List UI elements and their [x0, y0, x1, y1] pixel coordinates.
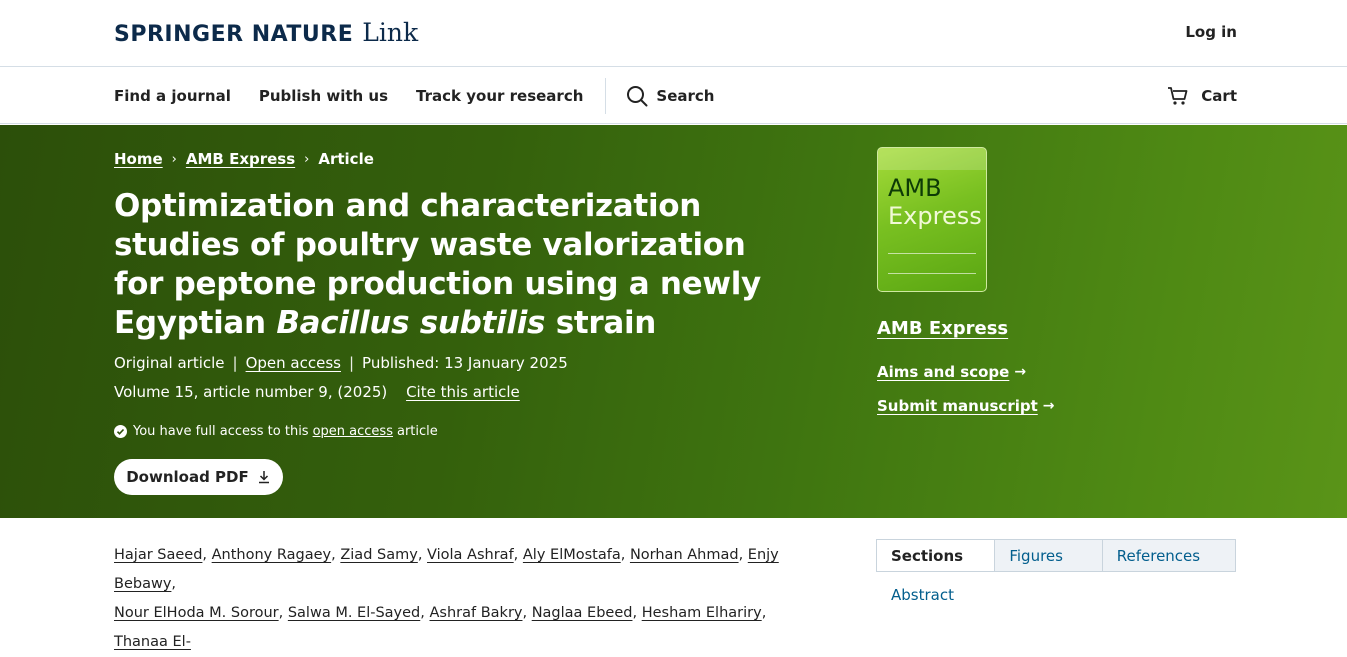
article-hero: Home › AMB Express › Article Optimizatio…: [0, 125, 1347, 518]
author-link[interactable]: Nour ElHoda M. Sorour: [114, 605, 279, 621]
access-note-link[interactable]: open access: [313, 424, 393, 439]
nav-publish-with-us[interactable]: Publish with us: [259, 87, 388, 105]
download-pdf-label: Download PDF: [126, 468, 249, 486]
article-type: Original article: [114, 354, 225, 372]
springer-nature-link-logo[interactable]: SPRINGER NATURE Link: [114, 18, 418, 47]
tab-figures[interactable]: Figures: [994, 540, 1102, 571]
logo-link-word: Link: [362, 18, 419, 47]
nav-find-journal[interactable]: Find a journal: [114, 87, 231, 105]
aims-scope-label: Aims and scope: [877, 363, 1010, 381]
chevron-right-icon: ›: [304, 151, 310, 167]
author-link[interactable]: Ziad Samy: [340, 547, 417, 563]
author-link[interactable]: Anthony Ragaey: [212, 547, 331, 563]
breadcrumb-current: Article: [318, 150, 374, 168]
journal-cover-image[interactable]: AMB Express: [877, 147, 987, 292]
cover-header-band: [878, 148, 986, 170]
search-label: Search: [656, 86, 715, 105]
cite-article-link[interactable]: Cite this article: [406, 383, 520, 401]
nav-track-research[interactable]: Track your research: [416, 87, 583, 105]
author-link[interactable]: Salwa M. El-Sayed: [288, 605, 420, 621]
aims-scope-link[interactable]: Aims and scope →: [877, 363, 1026, 381]
meta-divider: |: [232, 354, 238, 372]
author-link[interactable]: Viola Ashraf: [427, 547, 514, 563]
download-pdf-button[interactable]: Download PDF: [114, 459, 283, 495]
author-link[interactable]: Aly ElMostafa: [523, 547, 621, 563]
breadcrumb-home[interactable]: Home: [114, 150, 163, 168]
open-access-link[interactable]: Open access: [246, 354, 341, 372]
cover-title-line1: AMB: [888, 174, 942, 202]
published-date: Published: 13 January 2025: [362, 354, 568, 372]
tab-sections[interactable]: Sections: [877, 540, 995, 571]
nav-divider: [605, 77, 607, 114]
cart-button[interactable]: Cart: [1167, 67, 1237, 124]
chevron-right-icon: ›: [171, 151, 177, 167]
author-link[interactable]: Hesham Elhariry: [642, 605, 762, 621]
article-title: Optimization and characterization studie…: [114, 187, 804, 343]
breadcrumb: Home › AMB Express › Article: [114, 150, 374, 168]
article-meta: Original article | Open access | Publish…: [114, 354, 568, 372]
meta-divider: |: [348, 354, 355, 372]
arrow-right-icon: →: [1042, 398, 1055, 414]
download-icon: [258, 471, 269, 484]
cover-title-line2: Express: [888, 202, 982, 230]
tab-references[interactable]: References: [1101, 540, 1235, 571]
access-note: You have full access to this open access…: [114, 424, 438, 439]
cart-label: Cart: [1201, 86, 1237, 105]
main-nav: Find a journal Publish with us Track you…: [0, 67, 1347, 124]
submit-manuscript-label: Submit manuscript: [877, 397, 1038, 415]
title-end: strain: [555, 305, 657, 341]
access-note-prefix: You have full access to this: [133, 424, 309, 439]
journal-name-link[interactable]: AMB Express: [877, 318, 1008, 339]
section-link-abstract[interactable]: Abstract: [891, 586, 954, 604]
check-circle-icon: [114, 425, 127, 438]
submit-manuscript-link[interactable]: Submit manuscript →: [877, 397, 1055, 415]
author-link[interactable]: Hajar Saeed: [114, 547, 202, 563]
author-link[interactable]: Naglaa Ebeed: [532, 605, 633, 621]
article-volume-row: Volume 15, article number 9, (2025) Cite…: [114, 383, 520, 401]
breadcrumb-journal[interactable]: AMB Express: [186, 150, 295, 168]
cover-rule: [888, 253, 976, 254]
cover-rule: [888, 273, 976, 274]
author-list: Hajar Saeed, Anthony Ragaey, Ziad Samy, …: [114, 547, 779, 650]
author-link[interactable]: Ashraf Bakry: [429, 605, 522, 621]
search-button[interactable]: Search: [626, 85, 714, 107]
article-tabs: Sections Figures References: [876, 539, 1236, 572]
author-link[interactable]: Thanaa El-: [114, 634, 191, 650]
volume-info: Volume 15, article number 9, (2025): [114, 383, 388, 401]
search-icon: [627, 85, 648, 106]
author-link[interactable]: Norhan Ahmad: [630, 547, 739, 563]
cart-icon: [1168, 86, 1188, 105]
top-header: SPRINGER NATURE Link Log in: [0, 0, 1347, 67]
logo-brand: SPRINGER NATURE: [114, 22, 354, 47]
arrow-right-icon: →: [1014, 364, 1027, 380]
title-species: Bacillus subtilis: [276, 305, 546, 341]
login-link[interactable]: Log in: [1185, 23, 1237, 41]
access-note-suffix: article: [396, 424, 438, 439]
